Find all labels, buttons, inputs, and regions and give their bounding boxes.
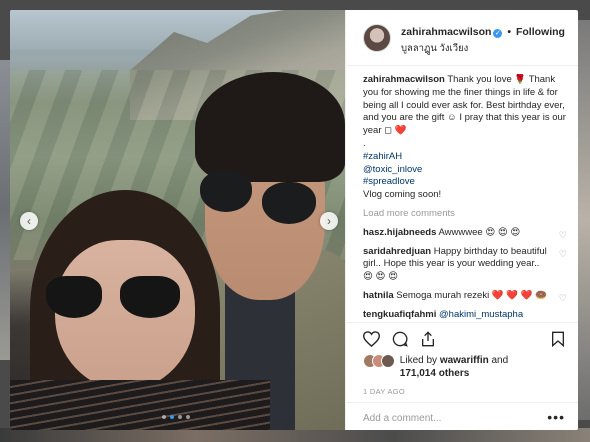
hashtag-link[interactable]: #zahirAH — [363, 151, 569, 164]
comment-username[interactable]: hasz.hijabneeds — [363, 227, 436, 238]
comment-input[interactable]: Add a comment... — [363, 413, 441, 424]
action-bar — [346, 322, 578, 352]
comment-like-icon[interactable]: ♡ — [559, 292, 567, 305]
comment-like-icon[interactable]: ♡ — [559, 248, 567, 261]
likes-summary[interactable]: Liked by wawariffin and 171,014 others — [363, 354, 573, 380]
comment-item: hatnila Semoga murah rezeki ❤️ ❤️ ❤️ 🍩 ♡ — [363, 290, 569, 303]
location-link[interactable]: บูลลาฏูน วังเวียง — [401, 41, 468, 56]
share-icon[interactable] — [420, 331, 436, 351]
comment-text[interactable]: @hakimi_mustapha — [439, 309, 523, 320]
verified-badge-icon: ✓ — [493, 29, 503, 38]
comment-username[interactable]: saridahredjuan — [363, 246, 431, 257]
post-header: zahirahmacwilson ✓ • Following บูลลาฏูน ว… — [346, 10, 578, 66]
caption-line-3: . — [363, 137, 366, 149]
carousel-dot — [162, 415, 166, 419]
add-comment-bar: Add a comment... ••• — [346, 402, 578, 430]
heart-icon[interactable] — [362, 331, 381, 351]
caption-username[interactable]: zahirahmacwilson — [363, 74, 445, 85]
load-more-comments-button[interactable]: Load more comments — [363, 208, 569, 221]
bookmark-icon[interactable] — [551, 331, 565, 351]
heart-emoji: ❤️ — [394, 125, 407, 137]
carousel-dot — [186, 415, 190, 419]
comment-like-icon[interactable]: ♡ — [559, 229, 567, 242]
liker-avatars — [363, 354, 395, 368]
post-timestamp: 1 DAY AGO — [363, 387, 406, 396]
comment-item: saridahredjuan Happy birthday to beautif… — [363, 246, 569, 284]
following-button[interactable]: Following — [516, 26, 565, 38]
post-photo[interactable]: ‹ › — [10, 10, 345, 430]
caption-line-1: Thank you love 🌹 — [447, 74, 527, 85]
likes-and: and — [491, 355, 509, 366]
carousel-dot-active — [170, 415, 174, 419]
mention-link[interactable]: @toxic_inlove — [363, 164, 569, 177]
carousel-next-button[interactable]: › — [320, 212, 338, 230]
carousel-prev-button[interactable]: ‹ — [20, 212, 38, 230]
header-separator: • — [507, 26, 512, 38]
hashtag-link[interactable]: #spreadlove — [363, 176, 569, 189]
carousel-indicator — [162, 415, 190, 419]
post-sidebar: zahirahmacwilson ✓ • Following บูลลาฏูน ว… — [345, 10, 578, 430]
carousel-dot — [178, 415, 182, 419]
comment-item: hasz.hijabneeds Awwwwee 😍 😍 😍 ♡ — [363, 227, 569, 240]
comments-list[interactable]: zahirahmacwilson Thank you love 🌹 Thank … — [363, 74, 569, 320]
more-options-icon[interactable]: ••• — [547, 409, 565, 425]
comment-username[interactable]: hatnila — [363, 290, 394, 301]
comment-username[interactable]: tengkuafiqfahmi — [363, 309, 436, 320]
likes-count[interactable]: 171,014 others — [400, 368, 470, 379]
avatar[interactable] — [363, 24, 391, 52]
comment-icon[interactable] — [392, 331, 408, 351]
caption: zahirahmacwilson Thank you love 🌹 Thank … — [363, 74, 569, 202]
likes-prefix: Liked by — [399, 355, 438, 366]
caption-closing: Vlog coming soon! — [363, 189, 442, 201]
post-modal: ‹ › zahirahmacwilson ✓ • Following บูลลาฏ… — [10, 10, 578, 430]
comment-text: Awwwwee 😍 😍 😍 — [438, 226, 521, 238]
comment-text: Semoga murah rezeki ❤️ ❤️ ❤️ 🍩 — [396, 289, 548, 301]
comment-item: tengkuafiqfahmi @hakimi_mustapha — [363, 309, 569, 320]
liker-username[interactable]: wawariffin — [440, 355, 489, 366]
header-username[interactable]: zahirahmacwilson — [401, 26, 491, 38]
